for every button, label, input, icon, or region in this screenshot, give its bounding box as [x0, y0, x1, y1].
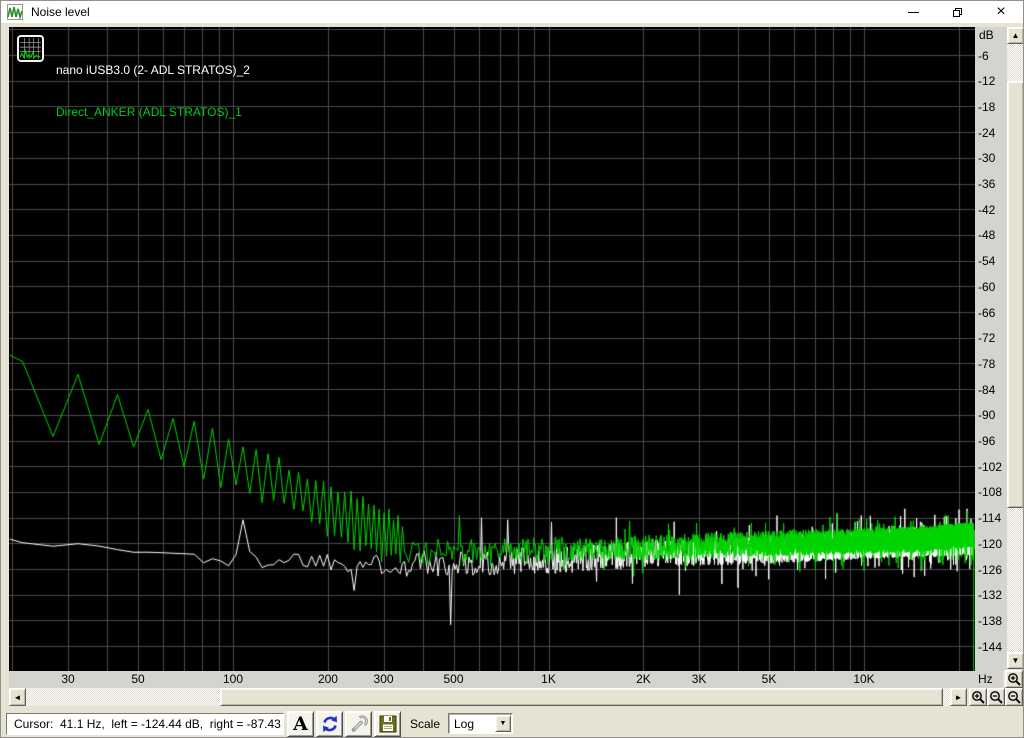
horizontal-scrollbar-thumb[interactable] — [220, 688, 943, 706]
font-button[interactable]: A — [287, 711, 314, 737]
vertical-scrollbar-thumb[interactable] — [1007, 81, 1023, 508]
wrench-icon — [351, 715, 368, 732]
save-button[interactable] — [374, 711, 401, 737]
y-axis: dB -6 -12 -18 -24 -30 -36 -42 -48 -54 -60 -66 -72 -7… — [975, 27, 1007, 671]
arrow-down-icon: ▼ — [1011, 656, 1020, 665]
combo-dropdown-button[interactable]: ▼ — [495, 715, 511, 732]
x-tick-label: 500 — [443, 672, 464, 686]
y-tick-label: -126 — [978, 562, 1003, 577]
y-tick-label: -138 — [978, 613, 1003, 628]
x-tick-label: 300 — [373, 672, 394, 686]
restore-button[interactable] — [935, 1, 979, 23]
y-tick-label: -144 — [978, 639, 1003, 654]
legend: nano iUSB3.0 (2- ADL STRATOS)_2 Direct_A… — [17, 35, 250, 147]
y-tick-label: -54 — [978, 254, 996, 269]
y-tick-label: -12 — [978, 74, 996, 89]
zoom-out-icon — [1007, 690, 1021, 704]
y-tick-label: -36 — [978, 177, 996, 192]
x-tick-label: 200 — [317, 672, 338, 686]
font-icon: A — [293, 712, 308, 735]
app-icon — [7, 4, 23, 20]
chevron-down-icon: ▼ — [499, 720, 507, 727]
vertical-scrollbar[interactable]: ▲ ▼ — [1007, 27, 1023, 669]
y-tick-label: -102 — [978, 459, 1003, 474]
y-tick-label: -132 — [978, 588, 1003, 603]
y-tick-label: -84 — [978, 382, 996, 397]
scroll-up-button[interactable]: ▲ — [1007, 27, 1023, 44]
y-tick-label: -42 — [978, 202, 996, 217]
scale-value: Log — [454, 717, 475, 731]
x-axis-unit: Hz — [975, 671, 1003, 688]
x-tick-label: 3K — [691, 672, 707, 686]
close-icon: × — [996, 3, 1006, 20]
y-tick-label: -114 — [978, 511, 1002, 526]
legend-series2-label: Direct_ANKER (ADL STRATOS)_1 — [56, 105, 242, 119]
x-tick-label: 5K — [761, 672, 777, 686]
vertical-scrollbar-track[interactable] — [1007, 44, 1023, 652]
legend-labels: nano iUSB3.0 (2- ADL STRATOS)_2 Direct_A… — [56, 35, 250, 147]
save-floppy-icon — [379, 715, 396, 733]
x-tick-label: 1K — [541, 672, 556, 686]
window-title: Noise level — [31, 5, 90, 19]
zoom-in-vertical-button[interactable] — [1005, 670, 1023, 688]
arrow-right-icon: ► — [954, 692, 963, 702]
scroll-down-button[interactable]: ▼ — [1007, 652, 1023, 669]
spectrum-mode-button[interactable] — [17, 35, 44, 62]
close-button[interactable]: × — [979, 1, 1023, 23]
refresh-icon — [322, 715, 337, 733]
refresh-button[interactable] — [316, 711, 343, 737]
y-tick-label: -72 — [978, 331, 996, 346]
zoom-out-horizontal-button[interactable] — [987, 688, 1005, 706]
x-tick-label: 30 — [61, 672, 75, 686]
y-tick-label: -108 — [978, 485, 1003, 500]
zoom-in-icon — [971, 690, 985, 704]
x-tick-label: 10K — [853, 672, 875, 686]
y-tick-label: -78 — [978, 356, 996, 371]
y-tick-label: -60 — [978, 279, 996, 294]
y-tick-label: -18 — [978, 99, 996, 114]
titlebar[interactable]: Noise level × — [1, 1, 1023, 23]
y-tick-label: -6 — [978, 48, 989, 63]
scale-label: Scale — [410, 717, 441, 731]
setup-button[interactable] — [345, 711, 372, 737]
cursor-readout: Cursor: 41.1 Hz, left = -124.44 dB, righ… — [6, 713, 284, 735]
y-tick-label: -30 — [978, 151, 996, 166]
noise-level-window: Noise level × nano iUSB3.0 (2- ADL STRAT… — [0, 0, 1024, 738]
zoom-out-icon — [989, 690, 1003, 704]
y-tick-label: -66 — [978, 305, 996, 320]
zoom-in-icon — [1007, 672, 1021, 686]
y-tick-label: -48 — [978, 228, 996, 243]
arrow-up-icon: ▲ — [1011, 31, 1020, 40]
restore-icon — [952, 7, 962, 17]
x-axis: 30 50 100 200 300 500 1K 2K 3K 5K 10K — [9, 671, 975, 688]
y-tick-label: -120 — [978, 536, 1003, 551]
plot-area[interactable]: nano iUSB3.0 (2- ADL STRATOS)_2 Direct_A… — [9, 27, 975, 671]
y-tick-label: -96 — [978, 434, 996, 449]
x-tick-label: 50 — [131, 672, 145, 686]
scale-combobox[interactable]: Log ▼ — [448, 713, 513, 734]
horizontal-scrollbar[interactable]: ◄ ► — [9, 688, 967, 706]
scroll-right-button[interactable]: ► — [950, 688, 967, 706]
arrow-left-icon: ◄ — [13, 692, 22, 702]
y-tick-label: -24 — [978, 125, 996, 140]
zoom-in-horizontal-button[interactable] — [969, 688, 987, 706]
y-tick-label: -90 — [978, 408, 996, 423]
zoom-out-vertical-button[interactable] — [1005, 688, 1023, 706]
horizontal-scrollbar-track[interactable] — [26, 688, 950, 706]
scroll-left-button[interactable]: ◄ — [9, 688, 26, 706]
x-tick-label: 100 — [222, 672, 244, 686]
minimize-icon — [907, 11, 919, 13]
legend-series1-label: nano iUSB3.0 (2- ADL STRATOS)_2 — [56, 63, 250, 77]
y-axis-unit: dB — [979, 28, 994, 42]
minimize-button[interactable] — [891, 1, 935, 23]
x-tick-label: 2K — [636, 672, 651, 686]
